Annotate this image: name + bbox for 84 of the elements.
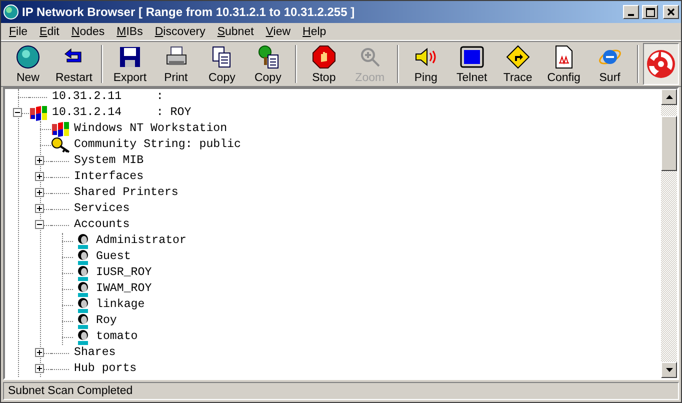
tree-item[interactable]: Hub ports	[74, 362, 137, 376]
person-icon	[76, 297, 90, 313]
stop-sign-icon	[312, 45, 336, 69]
toolbar-button[interactable]: Config	[540, 43, 587, 85]
menu-item[interactable]: Edit	[34, 26, 66, 38]
tree-item[interactable]: System MIB	[74, 154, 144, 168]
plus-icon	[36, 365, 43, 372]
toolbar-button[interactable]: Export	[106, 43, 153, 85]
tree-item[interactable]: Roy	[96, 314, 117, 328]
plus-icon	[36, 349, 43, 356]
tree-item[interactable]: tomato	[96, 330, 138, 344]
plus-icon	[36, 205, 43, 212]
tree-item[interactable]: 10.31.2.11 :	[52, 90, 164, 104]
menu-item[interactable]: File	[3, 26, 34, 38]
down-arrow-icon	[666, 368, 672, 372]
tree-item[interactable]: Windows NT Workstation	[74, 122, 228, 136]
tree-item[interactable]: Guest	[96, 250, 131, 264]
toolbar-button[interactable]: Copy	[244, 43, 291, 85]
expand-toggle[interactable]	[35, 172, 44, 181]
person-icon	[76, 233, 90, 249]
maximize-icon	[646, 8, 654, 16]
scroll-thumb[interactable]	[661, 116, 677, 171]
key-icon	[51, 137, 71, 153]
plus-icon	[36, 157, 43, 164]
tree-item[interactable]: Shares	[74, 346, 116, 360]
maximize-button[interactable]	[642, 5, 658, 19]
tree-item[interactable]: Interfaces	[74, 170, 144, 184]
menu-item[interactable]: View	[260, 26, 297, 38]
road-sign-icon	[506, 45, 530, 69]
monitor-icon	[460, 45, 484, 69]
globe-icon	[16, 45, 40, 69]
toolbar-button[interactable]: Print	[152, 43, 199, 85]
tree-documents-icon	[256, 45, 280, 69]
close-button[interactable]	[663, 5, 679, 19]
toolbar-button[interactable]: New	[5, 43, 51, 85]
globe-icon	[3, 4, 19, 20]
speaker-icon	[414, 45, 438, 69]
close-icon	[667, 8, 675, 16]
scrollbar[interactable]	[661, 89, 677, 378]
computer-flag-icon	[30, 105, 48, 121]
expand-toggle[interactable]	[35, 348, 44, 357]
expand-toggle[interactable]	[13, 108, 22, 117]
menu-item[interactable]: Discovery	[148, 26, 212, 38]
toolbar-button[interactable]: Stop	[300, 43, 347, 85]
expand-toggle[interactable]	[35, 364, 44, 373]
toolbar-button[interactable]: Telnet	[448, 43, 495, 85]
tree-item[interactable]: linkage	[96, 298, 145, 312]
tree-item[interactable]: IUSR_ROY	[96, 266, 152, 280]
expand-toggle[interactable]	[35, 220, 44, 229]
up-arrow-icon	[666, 95, 672, 99]
person-icon	[76, 249, 90, 265]
menu-item[interactable]: MIBs	[110, 26, 149, 38]
menu-item[interactable]: Help	[296, 26, 332, 38]
menu-item[interactable]: Subnet	[211, 26, 260, 38]
tree-item[interactable]: Accounts	[74, 218, 130, 232]
scroll-down-button[interactable]	[661, 362, 677, 378]
plus-icon	[36, 173, 43, 180]
minus-icon	[36, 221, 43, 228]
computer-flag-icon	[52, 121, 70, 137]
minimize-button[interactable]	[623, 5, 639, 19]
expand-toggle[interactable]	[35, 188, 44, 197]
tree-item[interactable]: Administrator	[96, 234, 186, 248]
scroll-up-button[interactable]	[661, 89, 677, 105]
tree-item[interactable]: IWAM_ROY	[96, 282, 152, 296]
person-icon	[76, 265, 90, 281]
status-text: Subnet Scan Completed	[3, 382, 679, 400]
person-icon	[76, 281, 90, 297]
toolbar-button[interactable]: Trace	[494, 43, 541, 85]
minus-icon	[14, 109, 21, 116]
expand-toggle[interactable]	[35, 156, 44, 165]
toolbar-button[interactable]: Restart	[50, 43, 97, 85]
window-title: IP Network Browser [ Range from 10.31.2.1 to 10.31.2.255 ]	[22, 5, 356, 19]
toolbar-button[interactable]: Surf	[586, 43, 633, 85]
person-icon	[76, 313, 90, 329]
tree-item[interactable]: Services	[74, 202, 130, 216]
menu-item[interactable]: Nodes	[65, 26, 111, 38]
person-icon	[76, 329, 90, 345]
tree-item[interactable]: Shared Printers	[74, 186, 178, 200]
toolbar-button[interactable]: Copy	[198, 43, 245, 85]
plus-icon	[36, 189, 43, 196]
toolbar-button[interactable]: Ping	[402, 43, 449, 85]
expand-toggle[interactable]	[35, 204, 44, 213]
tree-item[interactable]: Community String: public	[74, 138, 241, 152]
tree-item[interactable]: 10.31.2.14 : ROY	[52, 106, 192, 120]
